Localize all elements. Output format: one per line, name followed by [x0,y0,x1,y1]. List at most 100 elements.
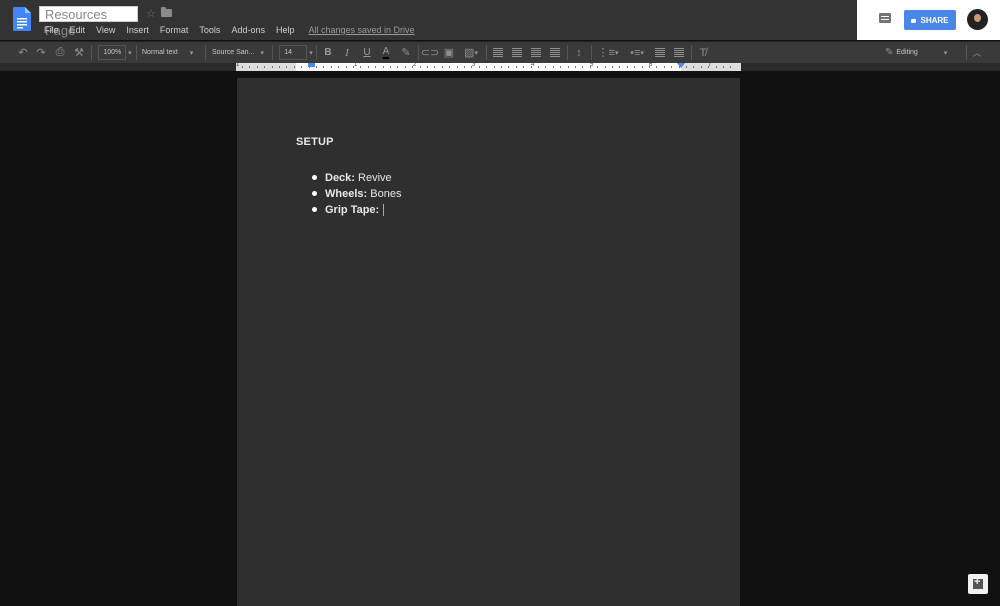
toolbar-divider [205,45,206,60]
undo-icon[interactable]: ↶ [16,42,30,63]
style-value: Normal text [142,49,178,56]
ruler-tick [434,66,436,68]
zoom-dropdown[interactable]: 100% ▾ [97,42,133,63]
ruler-number: 1 [354,62,358,68]
ruler-tick [597,66,599,68]
align-justify-icon[interactable] [548,42,562,63]
star-icon[interactable]: ☆ [146,6,156,22]
menu-insert[interactable]: Insert [126,24,149,36]
save-status-link[interactable]: All changes saved in Drive [308,24,414,36]
ruler-tick [575,66,576,68]
ruler-tick [264,66,266,68]
document-body[interactable]: SETUP Deck: Revive Wheels: Bones Grip Ta… [296,136,676,218]
comments-icon[interactable] [879,13,891,23]
bulleted-list: Deck: Revive Wheels: Bones Grip Tape: [296,170,676,218]
decrease-indent-icon[interactable] [653,42,667,63]
ruler-tick [538,66,539,68]
highlight-icon[interactable]: ✎ [399,42,413,63]
menu-bar: File Edit View Insert Format Tools Add-o… [44,24,415,36]
toolbar-divider [272,45,273,60]
ruler-number: 3 [472,62,476,68]
menu-format[interactable]: Format [160,24,189,36]
ruler-tick [308,66,310,68]
ruler-tick [404,66,406,68]
numbered-list-icon[interactable]: ⋮≡ ▾ [596,42,620,63]
ruler-tick [471,66,473,68]
user-avatar[interactable] [967,9,988,30]
app-header: Resources Page ☆ File Edit View Insert F… [0,0,1000,40]
explore-button[interactable] [968,574,988,594]
ruler-tick [427,66,428,68]
ruler-tick [515,66,517,68]
italic-button[interactable]: I [340,42,354,63]
comment-add-icon[interactable]: ▣ [442,42,456,63]
toolbar-divider [691,45,692,60]
style-dropdown[interactable]: Normal text ▾ [142,42,200,63]
menu-edit[interactable]: Edit [70,24,86,36]
document-title-input[interactable]: Resources Page [39,6,138,38]
ruler-tick [604,66,606,68]
list-item[interactable]: Grip Tape: [312,202,676,218]
list-item[interactable]: Wheels: Bones [312,186,676,202]
menu-view[interactable]: View [96,24,115,36]
collapse-menu-icon[interactable]: ︿ [970,42,984,63]
ruler-tick [419,66,421,68]
menu-file[interactable]: File [44,24,59,36]
ruler-tick [345,66,347,68]
ruler-tick [242,66,243,68]
ruler-tick [501,66,502,68]
ruler-number: 1 [236,62,240,68]
menu-addons[interactable]: Add-ons [231,24,265,36]
item-label: Grip Tape: [325,204,380,216]
bulleted-list-icon[interactable]: •≡ ▾ [625,42,649,63]
font-value: Source San... [212,49,255,56]
align-left-icon[interactable] [491,42,505,63]
toolbar-divider [486,45,487,60]
menu-help[interactable]: Help [276,24,295,36]
toolbar-divider [966,45,967,60]
ruler-tick [582,66,584,68]
list-item[interactable]: Deck: Revive [312,170,676,186]
share-label: SHARE [920,15,949,25]
ruler-tick [412,66,414,68]
document-page[interactable]: SETUP Deck: Revive Wheels: Bones Grip Ta… [237,78,740,606]
ruler-tick [382,66,384,68]
font-dropdown[interactable]: Source San... ▾ [212,42,272,63]
ruler-tick [390,66,391,68]
toolbar-divider [136,45,137,60]
bold-button[interactable]: B [321,42,335,63]
link-icon[interactable]: ⊂⊃ [421,42,439,63]
docs-logo-icon[interactable] [13,7,31,31]
menu-tools[interactable]: Tools [199,24,220,36]
ruler-tick [626,66,628,68]
align-right-icon[interactable] [529,42,543,63]
ruler-tick [508,66,510,68]
text-color-button[interactable]: A [379,42,393,63]
ruler-tick [730,66,732,68]
editing-mode-dropdown[interactable]: ✎ Editing ▾ [885,42,963,63]
folder-icon[interactable] [161,7,172,17]
ruler-tick [693,66,695,68]
line-spacing-icon[interactable]: ↕ [572,42,586,63]
increase-indent-icon[interactable] [672,42,686,63]
ruler-tick [353,66,354,68]
clear-formatting-icon[interactable]: T̸ [696,42,710,63]
image-insert-icon[interactable]: ▨ ▾ [460,42,482,63]
ruler-tick [338,66,340,68]
ruler-tick [612,66,613,68]
align-center-icon[interactable] [510,42,524,63]
print-icon[interactable]: ⎙ [53,42,67,63]
share-button[interactable]: SHARE [904,10,956,30]
ruler-tick [486,66,488,68]
redo-icon[interactable]: ↷ [34,42,48,63]
chevron-down-icon: ▾ [307,49,313,57]
ruler-tick [286,66,288,68]
toolbar-divider [91,45,92,60]
paint-format-icon[interactable]: ⚒ [72,42,86,63]
ruler-tick [441,66,443,68]
font-size-dropdown[interactable]: 14 ▾ [278,42,314,63]
ruler-tick [656,66,658,68]
horizontal-ruler[interactable]: 1 1 2 3 4 5 6 7 [236,62,741,71]
underline-button[interactable]: U [360,42,374,63]
toolbar-divider [591,45,592,60]
